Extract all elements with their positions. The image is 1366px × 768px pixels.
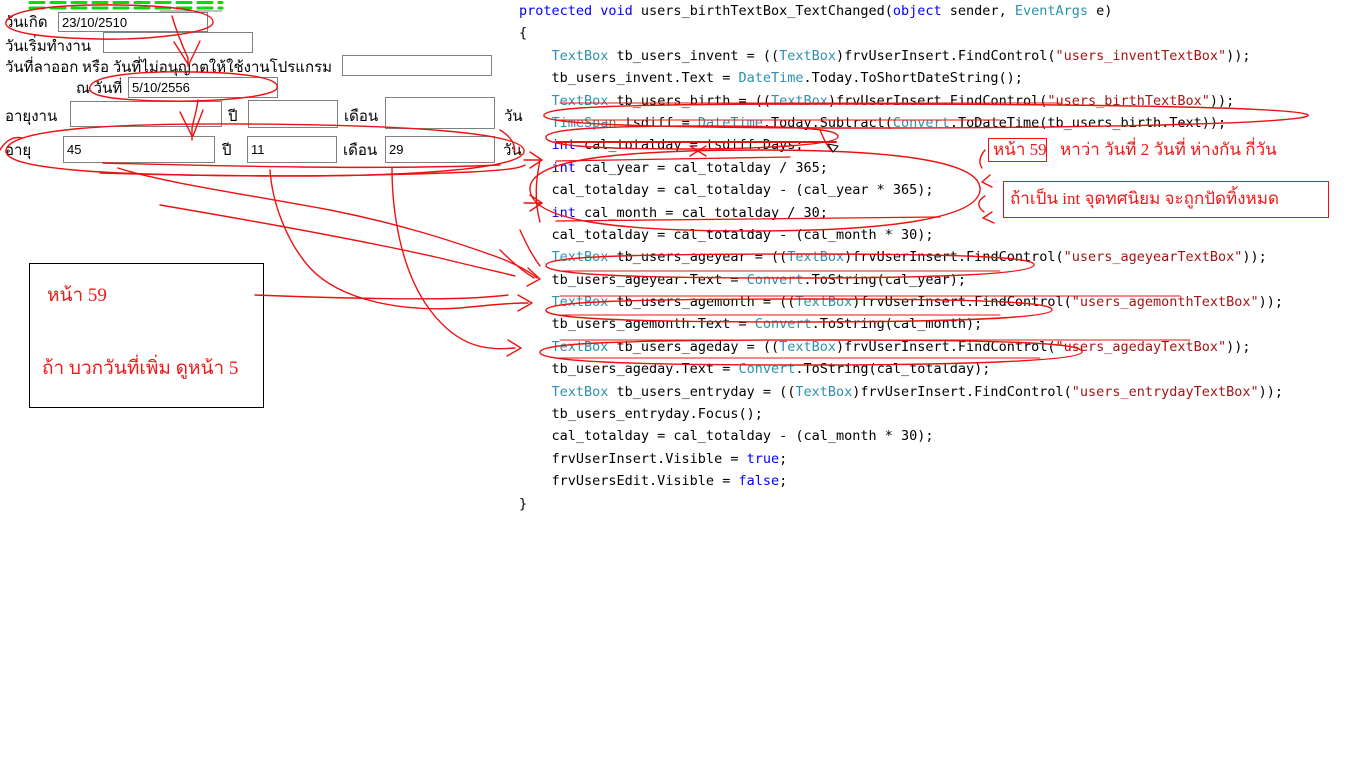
startwork-label: วันเริ่มทำงาน: [5, 39, 92, 55]
code-line-18: TextBox tb_users_entryday = ((TextBox)fr…: [551, 383, 1284, 400]
code-line-9: cal_totalday = cal_totalday - (cal_year …: [519, 182, 934, 199]
code-line-3: TextBox tb_users_invent = ((TextBox)frvU…: [551, 47, 1251, 64]
asofdate-input-value: 5/10/2556: [132, 80, 190, 95]
code-line-17: tb_users_ageday.Text = Convert.ToString(…: [519, 361, 991, 378]
asofdate-input[interactable]: 5/10/2556: [128, 77, 278, 98]
worklife-month-unit: เดือน: [344, 109, 379, 125]
birthdate-input[interactable]: 23/10/2510: [58, 12, 208, 32]
age-month-unit: เดือน: [343, 143, 378, 159]
connector-ageyear: [117, 167, 538, 279]
age-label: อายุ: [5, 143, 32, 159]
age-year-input[interactable]: 45: [63, 136, 215, 163]
age-day-value: 29: [389, 142, 404, 157]
code-line-20: cal_totalday = cal_totalday - (cal_month…: [519, 428, 934, 445]
left-note-line1: หน้า 59: [47, 285, 107, 306]
code-line-16: TextBox tb_users_ageday = ((TextBox)frvU…: [551, 338, 1251, 355]
resign-input[interactable]: [342, 55, 492, 76]
code-line-2: {: [519, 25, 528, 42]
code-listing: protected void users_birthTextBox_TextCh…: [519, 0, 1366, 512]
age-month-input[interactable]: 11: [247, 136, 337, 163]
worklife-label: อายุงาน: [5, 109, 58, 125]
worklife-day-input[interactable]: [385, 97, 495, 129]
code-line-15: tb_users_agemonth.Text = Convert.ToStrin…: [519, 316, 983, 333]
left-note-box: หน้า 59 ถ้า บวกวันที่เพิ่ม ดูหน้า 5: [29, 263, 264, 408]
worklife-year-input[interactable]: [70, 101, 222, 127]
age-day-input[interactable]: 29: [385, 136, 495, 163]
code-line-21: frvUserInsert.Visible = true;: [519, 450, 788, 467]
code-line-12: TextBox tb_users_ageyear = ((TextBox)frv…: [551, 249, 1267, 266]
code-line-5: TextBox tb_users_birth = ((TextBox)frvUs…: [551, 92, 1235, 109]
code-line-23: }: [519, 495, 528, 512]
code-line-14: TextBox tb_users_agemonth = ((TextBox)fr…: [551, 294, 1284, 311]
code-line-4: tb_users_invent.Text = DateTime.Today.To…: [519, 70, 1023, 87]
age-year-unit: ปี: [222, 143, 232, 159]
code-line-11: cal_totalday = cal_totalday - (cal_month…: [519, 226, 934, 243]
connector-agemonth: [269, 169, 529, 310]
connector-ageday: [391, 167, 516, 350]
age-month-value: 11: [251, 142, 265, 157]
code-line-22: frvUsersEdit.Visible = false;: [519, 473, 788, 490]
code-line-6: TimeSpan tsdiff = DateTime.Today.Subtrac…: [551, 114, 1227, 131]
birthdate-input-value: 23/10/2510: [62, 14, 128, 30]
code-line-19: tb_users_entryday.Focus();: [519, 406, 763, 423]
code-line-13: tb_users_ageyear.Text = Convert.ToString…: [519, 271, 967, 288]
user-age-form: วันเกิด 23/10/2510 วันเริ่มทำงาน วันที่ล…: [0, 0, 540, 175]
asofdate-label: ณ วันที่: [76, 81, 123, 97]
code-line-10: int cal_month = cal_totalday / 30;: [551, 204, 828, 221]
code-line-7: int cal_totalday = tsdiff.Days;: [551, 137, 804, 154]
startwork-input[interactable]: [103, 32, 253, 53]
worklife-month-input[interactable]: [248, 100, 338, 128]
worklife-year-unit: ปี: [228, 109, 238, 125]
resign-label: วันที่ลาออก หรือ วันที่ไม่อนุญาตให้ใช้งา…: [5, 60, 332, 76]
left-note-line2: ถ้า บวกวันที่เพิ่ม ดูหน้า 5: [42, 358, 239, 379]
age-year-value: 45: [67, 142, 82, 157]
code-line-1: protected void users_birthTextBox_TextCh…: [519, 3, 1113, 19]
birthdate-label: วันเกิด: [5, 15, 48, 31]
code-line-8: int cal_year = cal_totalday / 365;: [551, 159, 828, 176]
sweep-mid2: [254, 294, 509, 300]
